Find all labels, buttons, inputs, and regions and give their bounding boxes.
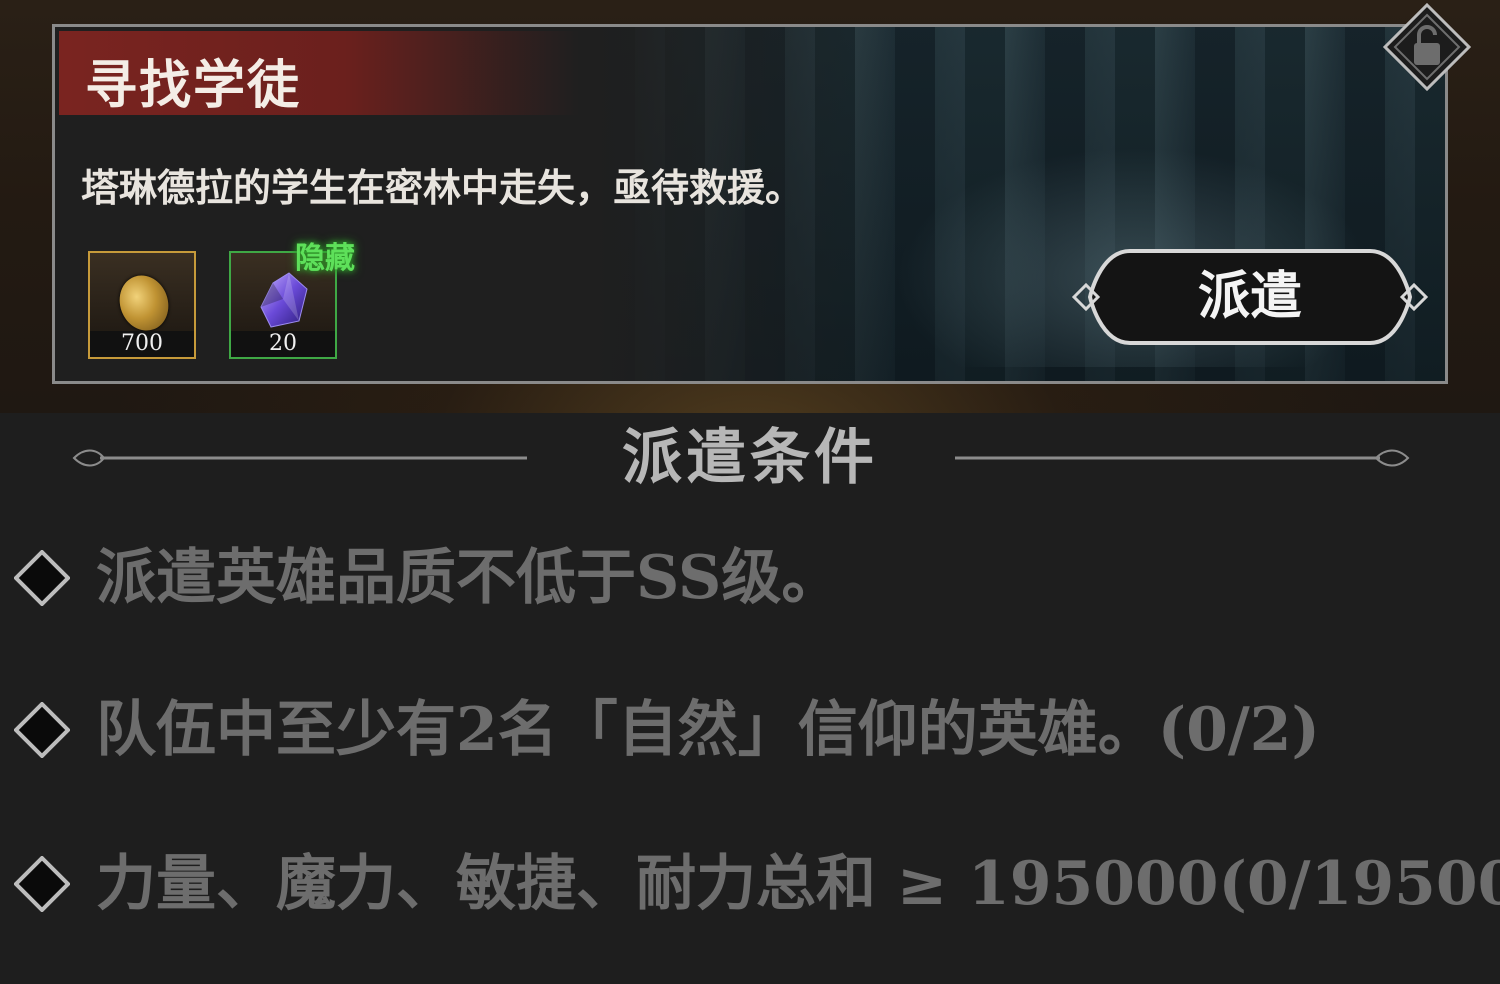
gold-coin-icon bbox=[112, 268, 176, 338]
reward-count: 700 bbox=[90, 331, 194, 357]
lock-icon[interactable] bbox=[1383, 3, 1471, 91]
diamond-bullet-icon bbox=[14, 550, 70, 606]
conditions-title: 派遣条件 bbox=[622, 423, 878, 493]
mission-description: 塔琳德拉的学生在密林中走失，亟待救援。 bbox=[81, 165, 804, 210]
condition-item: 力量、魔力、敏捷、耐力总和 ≥ 195000(0/195000 bbox=[0, 834, 1500, 934]
purple-crystal-icon bbox=[260, 272, 308, 328]
hidden-reward-tag: 隐藏 bbox=[295, 241, 355, 276]
condition-text: 力量、魔力、敏捷、耐力总和 ≥ 195000(0/195000 bbox=[96, 849, 1500, 919]
mission-title: 寻找学徒 bbox=[85, 55, 302, 116]
condition-text: 队伍中至少有2名「自然」信仰的英雄。(0/2) bbox=[96, 695, 1320, 765]
reward-count: 20 bbox=[231, 331, 335, 357]
dispatch-button[interactable]: 派遣 bbox=[1070, 245, 1430, 349]
diamond-bullet-icon bbox=[14, 702, 70, 758]
reward-item-gold[interactable]: 700 bbox=[88, 251, 196, 359]
mission-title-bar: 寻找学徒 bbox=[59, 31, 579, 116]
condition-item: 派遣英雄品质不低于SS级。 bbox=[0, 528, 1500, 628]
dispatch-button-label: 派遣 bbox=[1197, 266, 1302, 327]
conditions-header: 派遣条件 bbox=[0, 418, 1500, 498]
condition-item: 队伍中至少有2名「自然」信仰的英雄。(0/2) bbox=[0, 680, 1500, 780]
diamond-bullet-icon bbox=[14, 856, 70, 912]
condition-text: 派遣英雄品质不低于SS级。 bbox=[96, 543, 842, 613]
